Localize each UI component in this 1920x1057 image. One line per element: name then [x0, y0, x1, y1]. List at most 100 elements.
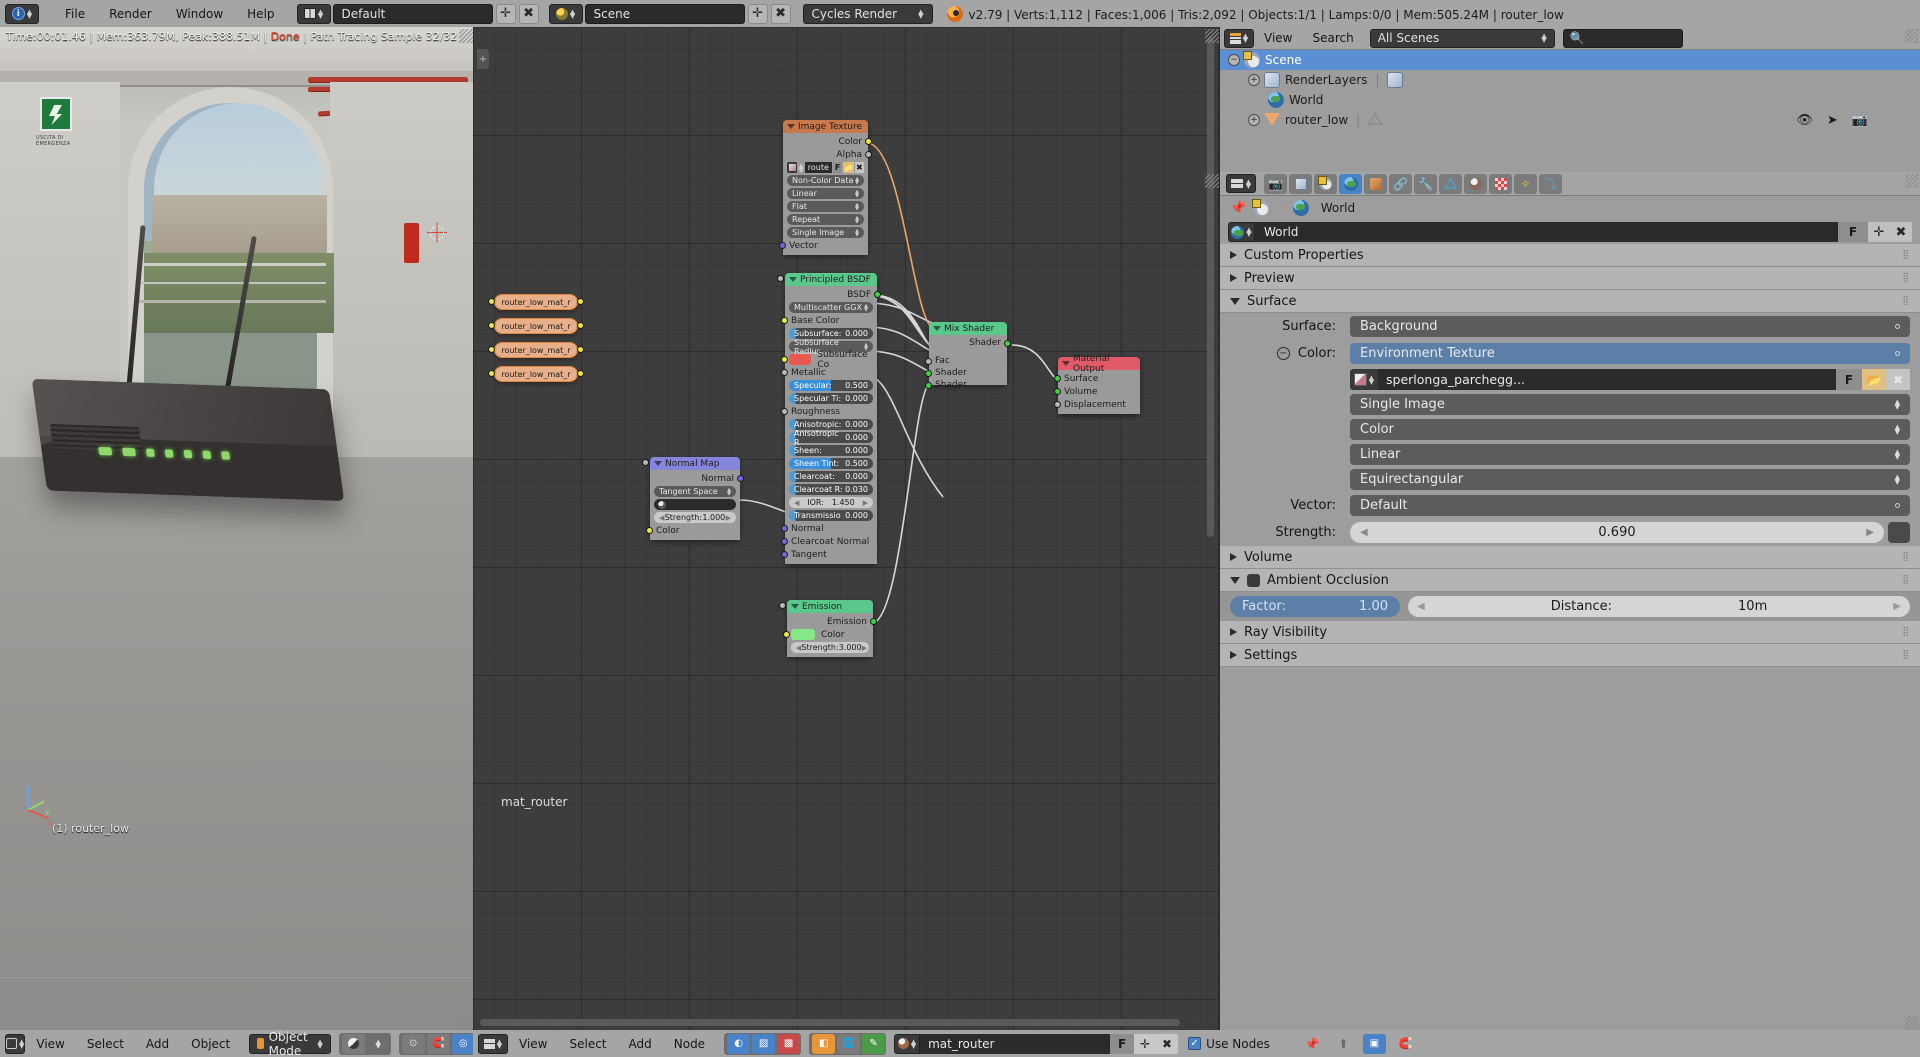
- socket-shader-out[interactable]: [1004, 340, 1011, 347]
- vector-input-select[interactable]: Default: [1350, 495, 1910, 516]
- panel-settings[interactable]: Settings ⣿: [1220, 644, 1920, 667]
- node-collapsed-texture-3[interactable]: router_low_mat_r: [488, 342, 584, 358]
- node-header[interactable]: Principled BSDF: [785, 273, 877, 286]
- editor-type-spinner[interactable]: ▲ ▼: [27, 8, 32, 19]
- object-shader-button[interactable]: ◧: [812, 1033, 836, 1054]
- node-mix-shader[interactable]: Mix Shader Shader Fac Shader Shader: [925, 322, 1011, 390]
- collapse-triangle-icon[interactable]: [1062, 361, 1070, 366]
- input-clearcoat-normal[interactable]: Clearcoat Normal: [781, 536, 873, 547]
- area-corner-handle[interactable]: [1205, 174, 1219, 188]
- node-toolshelf-toggle[interactable]: +: [477, 49, 489, 69]
- editor-spinner[interactable]: ▲ ▼: [1243, 33, 1248, 44]
- input-vector[interactable]: Vector: [779, 240, 864, 251]
- input-clearcoat[interactable]: Clearcoat: 0.000: [777, 275, 873, 482]
- node-collapsed-texture-4[interactable]: router_low_mat_r: [488, 366, 584, 382]
- unlink-image-icon[interactable]: ✖: [854, 162, 864, 173]
- node-editor[interactable]: + Image Texture Color Alpha ▲ ▼ route F …: [473, 27, 1218, 1030]
- outliner-editor-type-icon[interactable]: ▲ ▼: [1224, 28, 1254, 48]
- collapse-color-icon[interactable]: −: [1276, 347, 1290, 360]
- tab-world[interactable]: [1339, 173, 1362, 194]
- viewport-menu-select[interactable]: Select: [76, 1037, 135, 1051]
- output-emission[interactable]: Emission: [791, 616, 877, 627]
- outliner-search-input[interactable]: 🔍: [1562, 28, 1683, 48]
- strength-slider[interactable]: ◀ 0.690 ▶: [1350, 522, 1884, 543]
- material-browse-button[interactable]: ▲ ▼: [894, 1033, 921, 1054]
- tab-material[interactable]: [1464, 173, 1487, 194]
- strength-link-button[interactable]: [1888, 522, 1910, 543]
- emission-color-swatch[interactable]: [791, 629, 815, 640]
- outliner-row-scene[interactable]: − Scene: [1220, 50, 1920, 70]
- input-shader-2[interactable]: Shader: [925, 380, 1003, 390]
- input-sheen-tint[interactable]: Sheen Tint: 0.500: [777, 275, 873, 469]
- ao-factor-slider[interactable]: Factor: 1.00: [1230, 596, 1400, 617]
- tab-object[interactable]: [1364, 173, 1387, 194]
- input-displacement[interactable]: Displacement: [1054, 399, 1136, 410]
- node-image-texture[interactable]: Image Texture Color Alpha ▲ ▼ route F 📁 …: [779, 120, 872, 255]
- tab-data[interactable]: [1439, 173, 1462, 194]
- visibility-eye-icon[interactable]: 👁: [1796, 113, 1813, 128]
- output-bsdf[interactable]: BSDF: [789, 289, 881, 300]
- material-name-field[interactable]: mat_router: [920, 1033, 1111, 1054]
- open-image-icon[interactable]: 📁: [843, 162, 854, 173]
- node-collapsed-texture-1[interactable]: router_low_mat_r: [488, 294, 584, 310]
- snap-node-icon[interactable]: 🧲: [1394, 1034, 1417, 1054]
- node-principled-bsdf[interactable]: Principled BSDF BSDF Multiscatter GGX ▲ ▼ …: [777, 273, 881, 564]
- outliner-menu-search[interactable]: Search: [1302, 31, 1363, 45]
- new-world-button[interactable]: ✛: [1868, 222, 1890, 242]
- panel-ray-visibility[interactable]: Ray Visibility ⣿: [1220, 621, 1920, 644]
- scene-name-field[interactable]: Scene: [584, 3, 745, 24]
- node-header[interactable]: Emission: [787, 600, 873, 613]
- expand-icon[interactable]: +: [1248, 74, 1260, 86]
- area-corner-handle[interactable]: [1905, 174, 1919, 188]
- collapse-triangle-icon[interactable]: [654, 461, 662, 466]
- image-colorspace-select[interactable]: Color ▲ ▼: [1350, 419, 1910, 440]
- panel-preview[interactable]: Preview ⣿: [1220, 267, 1920, 290]
- input-sheen[interactable]: Sheen: 0.000: [777, 275, 873, 456]
- socket-color[interactable]: [865, 138, 872, 145]
- tab-constraints[interactable]: 🔗: [1389, 173, 1412, 194]
- texture-tree-button[interactable]: ▩: [777, 1033, 801, 1054]
- screen-layout-icon[interactable]: ▲ ▼: [296, 3, 331, 24]
- input-transmission[interactable]: Transmissio 0.000: [777, 275, 873, 521]
- ao-distance-field[interactable]: ◀ Distance: 10m ▶: [1408, 596, 1910, 617]
- node-editor-hscrollbar[interactable]: [480, 1019, 1180, 1026]
- input-metallic[interactable]: Metallic: [781, 367, 873, 378]
- layout-spinner[interactable]: ▲ ▼: [318, 8, 323, 19]
- go-to-parent-icon[interactable]: ⬆: [1332, 1034, 1355, 1054]
- input-subsurface-color[interactable]: Subsurface Co: [781, 350, 873, 370]
- panel-surface[interactable]: Surface ⣿: [1220, 290, 1920, 313]
- input-specular-tint[interactable]: Specular Ti: 0.000: [777, 275, 873, 404]
- tab-particles[interactable]: ✧: [1514, 173, 1537, 194]
- input-specular[interactable]: Specular: 0.500: [777, 275, 873, 391]
- image-projection-select[interactable]: Equirectangular ▲ ▼: [1350, 469, 1910, 490]
- node-collapsed-texture-2[interactable]: router_low_mat_r: [488, 318, 584, 334]
- image-spinner[interactable]: ▲ ▼: [798, 162, 803, 173]
- node-menu-add[interactable]: Add: [618, 1037, 663, 1051]
- tab-modifiers[interactable]: 🔧: [1414, 173, 1437, 194]
- viewport-menu-add[interactable]: Add: [135, 1037, 180, 1051]
- collapse-triangle-icon[interactable]: [789, 277, 797, 282]
- socket-alpha[interactable]: [865, 151, 872, 158]
- surface-shader-select[interactable]: Background: [1350, 316, 1910, 337]
- input-surface[interactable]: Surface: [1054, 373, 1136, 384]
- linestyle-shader-button[interactable]: ✎: [862, 1033, 886, 1054]
- input-strength[interactable]: ◀ Strength: 3.000 ▶: [779, 602, 869, 653]
- new-material-button[interactable]: ✛: [1134, 1033, 1157, 1054]
- space-dropdown[interactable]: Tangent Space ▲ ▼: [654, 486, 736, 497]
- input-tangent[interactable]: Tangent: [781, 549, 873, 560]
- unlink-image-button[interactable]: ✖: [1886, 369, 1910, 390]
- outliner-display-mode-select[interactable]: All Scenes ▲ ▼: [1369, 28, 1555, 48]
- unlink-world-button[interactable]: ✖: [1890, 222, 1912, 242]
- interaction-mode-select[interactable]: Object Mode ▲ ▼: [249, 1030, 331, 1057]
- area-corner-handle[interactable]: [459, 29, 473, 43]
- tab-physics[interactable]: ⤵: [1539, 173, 1562, 194]
- output-color[interactable]: Color: [787, 136, 872, 147]
- node-menu-node[interactable]: Node: [663, 1037, 716, 1051]
- collapse-triangle-icon[interactable]: [791, 604, 799, 609]
- image-browse-button[interactable]: ▲ ▼: [1350, 369, 1378, 390]
- menu-file[interactable]: File: [53, 4, 97, 24]
- output-shader[interactable]: Shader: [933, 338, 1011, 348]
- distribution-dropdown[interactable]: Multiscatter GGX ▲ ▼: [789, 302, 873, 313]
- mesh-data-icon[interactable]: [1367, 112, 1384, 128]
- image-fake-user-button[interactable]: F: [1836, 369, 1862, 390]
